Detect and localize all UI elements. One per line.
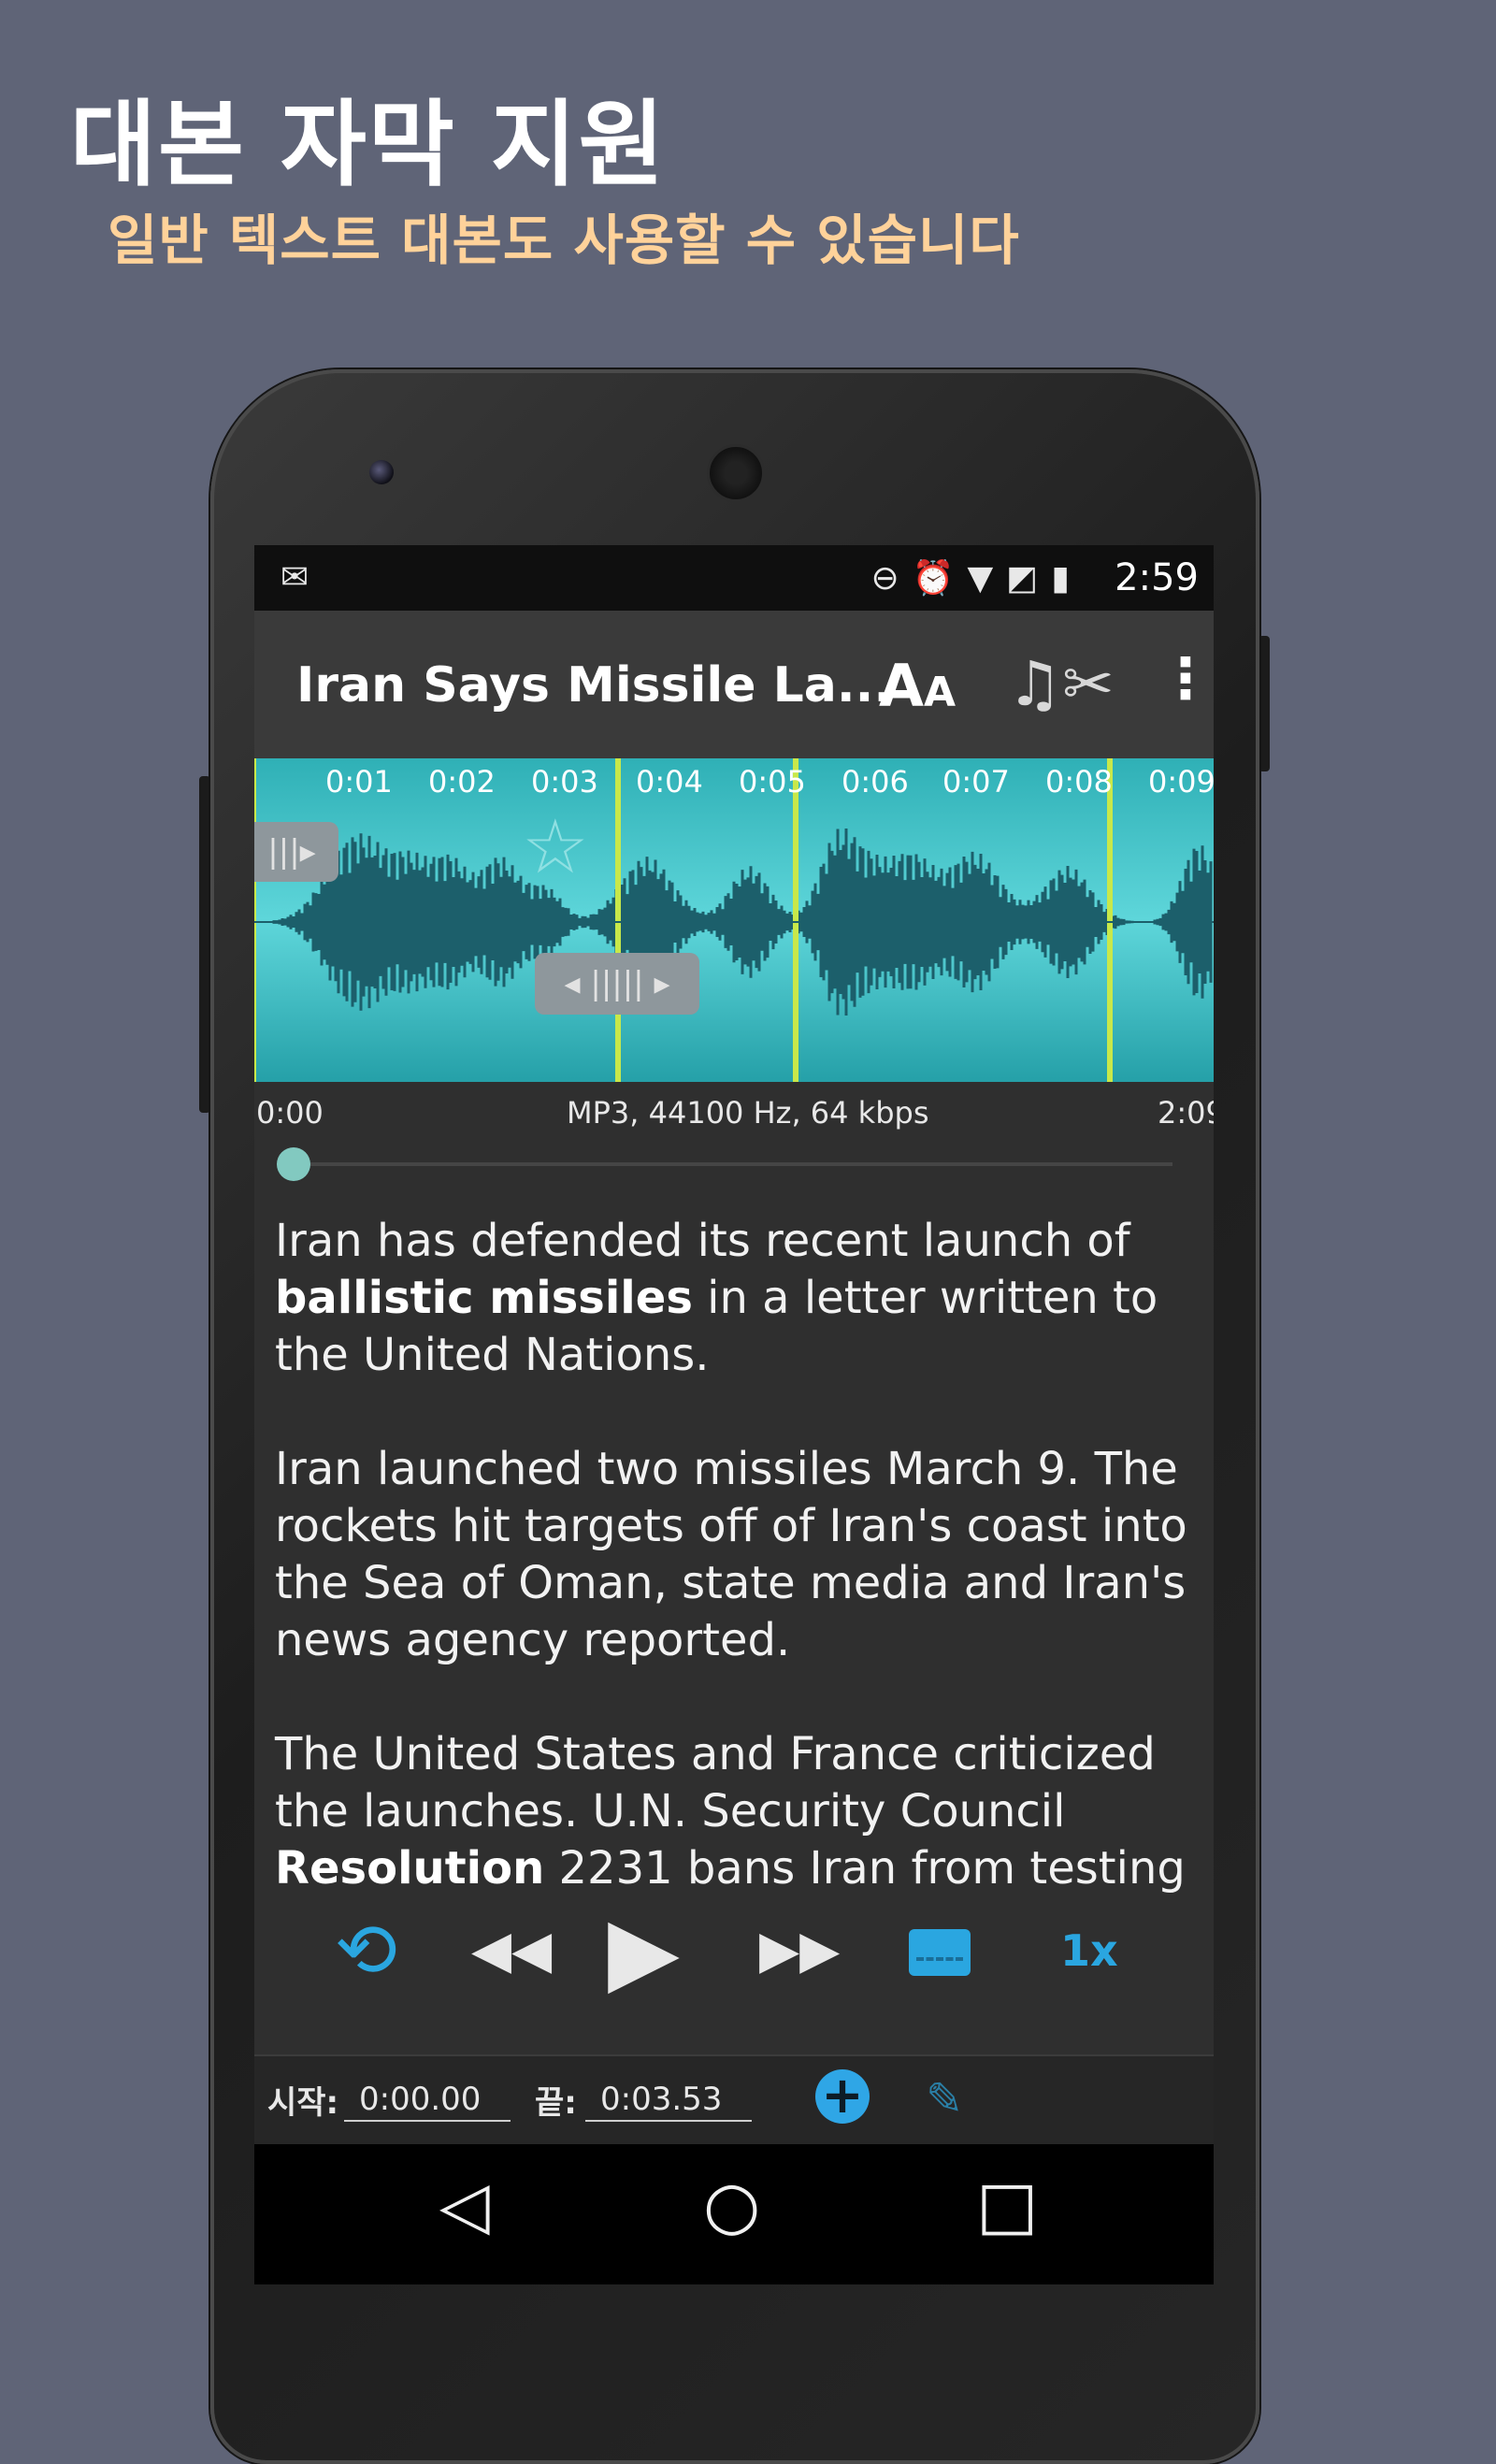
font-size-icon[interactable]: AA — [879, 652, 956, 720]
promo-headline: 대본 자막 지원 — [70, 90, 667, 199]
transcript-paragraph: Iran launched two missiles March 9. The … — [275, 1443, 1187, 1666]
waveform-view[interactable]: 0:01 0:02 0:03 0:04 0:05 0:06 0:07 0:08 … — [254, 758, 1214, 1082]
selection-end-handle[interactable]: ◂ ||||| ▸ — [535, 953, 699, 1015]
dnd-icon: ⊖ — [870, 559, 913, 598]
segment-marker[interactable] — [793, 758, 798, 1082]
battery-charging-icon: ▮ — [1051, 559, 1083, 598]
transcript-paragraph: Iran has defended its recent launch of ba… — [275, 1213, 1191, 1384]
edit-pen-icon[interactable]: ✎ — [926, 2073, 963, 2125]
earpiece-speaker — [707, 444, 765, 502]
star-icon[interactable]: ☆ — [522, 803, 589, 890]
alarm-icon: ⏰ — [912, 559, 968, 598]
waveform-graphic — [254, 758, 1214, 1082]
subtitle-icon[interactable] — [909, 1929, 971, 1976]
transcript-text-segment: The United States and France criticized … — [275, 1728, 1156, 1837]
file-format: MP3, 44100 Hz, 64 kbps — [567, 1095, 929, 1131]
start-label: 시작: — [267, 2084, 339, 2122]
highlighted-word[interactable]: Resolution — [275, 1842, 544, 1895]
play-icon[interactable]: ▶ — [608, 1888, 680, 2013]
end-time-field[interactable]: 0:03.53 — [585, 2081, 752, 2122]
fast-forward-icon[interactable]: ▶▶ — [759, 1888, 840, 2013]
page-title: Iran Says Missile La... — [296, 657, 893, 713]
transcript-text[interactable]: Iran has defended its recent launch of ba… — [275, 1213, 1191, 1895]
no-sim-icon: ◩ — [1006, 559, 1052, 598]
app-toolbar: Iran Says Missile La... AA ♫✂ ⋮ — [254, 611, 1214, 758]
time-tick: 0:04 — [636, 764, 703, 800]
highlighted-word[interactable]: ballistic missiles — [275, 1272, 693, 1324]
repeat-icon[interactable]: ⟲ — [335, 1888, 397, 2013]
system-nav-bar: ◁ ○ □ — [254, 2144, 1214, 2284]
more-vert-icon[interactable]: ⋮ — [1158, 646, 1214, 712]
transcript-text-segment: Iran has defended its recent launch of — [275, 1215, 1130, 1267]
inbox-icon: ✉ — [280, 558, 309, 597]
transcript-text-segment: 2231 bans Iran from testing — [544, 1842, 1186, 1895]
power-button — [1259, 636, 1270, 771]
time-tick: 0:01 — [325, 764, 393, 800]
selection-start-handle[interactable]: |||▸ — [254, 822, 338, 882]
end-label: 끝: — [535, 2084, 577, 2122]
start-time-field[interactable]: 0:00.00 — [344, 2081, 511, 2122]
wifi-icon: ▼ — [967, 559, 1007, 598]
segment-edit-bar: 시작: 0:00.00 끝: 0:03.53 + ✎ — [254, 2054, 1214, 2144]
phone-screen: ✉ ⊖⏰▼◩▮ 2:59 Iran Says Missile La... AA … — [254, 545, 1214, 2144]
time-tick: 0:09 — [1148, 764, 1214, 800]
status-icons: ⊖⏰▼◩▮ — [870, 558, 1083, 598]
segment-marker[interactable] — [1107, 758, 1113, 1082]
time-end: 2:09 — [1158, 1095, 1214, 1131]
speed-button[interactable]: 1x — [1060, 1888, 1118, 2013]
playback-controls: ⟲ ◀◀ ▶ ▶▶ 1x — [254, 1888, 1214, 2013]
subtitle-lines — [916, 1957, 963, 1965]
time-tick: 0:06 — [842, 764, 909, 800]
time-tick: 0:07 — [942, 764, 1010, 800]
time-tick: 0:08 — [1045, 764, 1113, 800]
home-icon[interactable]: ○ — [703, 2167, 760, 2243]
front-camera — [369, 460, 394, 484]
status-time: 2:59 — [1115, 556, 1199, 599]
segment-marker[interactable] — [615, 758, 621, 1082]
music-scissors-icon[interactable]: ♫✂ — [1007, 648, 1114, 720]
transcript-paragraph: The United States and France criticized … — [275, 1726, 1191, 1897]
time-tick: 0:03 — [531, 764, 598, 800]
seek-knob[interactable] — [277, 1147, 310, 1181]
status-bar: ✉ ⊖⏰▼◩▮ 2:59 — [254, 545, 1214, 611]
time-tick: 0:02 — [428, 764, 496, 800]
promo-subline: 일반 텍스트 대본도 사용할 수 있습니다 — [108, 209, 1020, 272]
volume-button — [199, 776, 210, 1113]
seek-bar[interactable] — [294, 1162, 1172, 1166]
add-segment-icon[interactable]: + — [815, 2069, 870, 2124]
rewind-icon[interactable]: ◀◀ — [471, 1888, 552, 2013]
time-tick: 0:05 — [739, 764, 806, 800]
back-icon[interactable]: ◁ — [439, 2167, 490, 2243]
segment-marker[interactable] — [254, 758, 256, 1082]
file-info-row: 0:00 MP3, 44100 Hz, 64 kbps 2:09 — [254, 1095, 1214, 1142]
recents-icon[interactable]: □ — [976, 2167, 1038, 2243]
time-start: 0:00 — [256, 1095, 324, 1131]
